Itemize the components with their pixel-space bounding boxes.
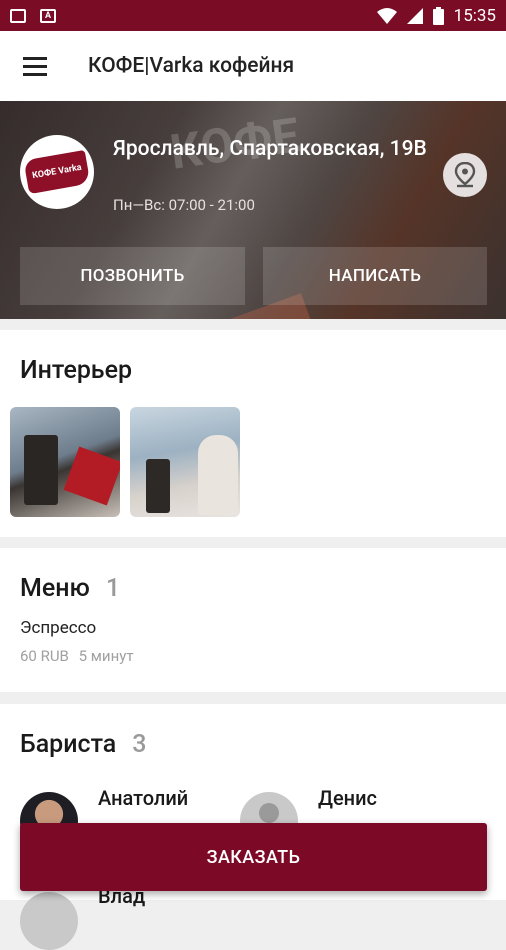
barista-count: 3 <box>132 730 147 759</box>
cafe-header: КОФЕ КОФЕ Varka Ярославль, Спартаковская… <box>0 101 506 319</box>
menu-item-price: 60 RUB <box>20 647 69 665</box>
menu-item-meta: 60 RUB 5 минут <box>20 647 480 665</box>
gallery-notification-icon <box>10 8 26 23</box>
menu-item[interactable]: Эспрессо 60 RUB 5 минут <box>20 618 480 670</box>
cafe-address: Ярославль, Спартаковская, 19В <box>113 137 427 161</box>
barista-avatar[interactable] <box>20 892 78 950</box>
map-pin-icon <box>454 162 476 188</box>
app-notification-icon: A <box>40 8 56 23</box>
app-bar: КОФЕ|Varka кофейня <box>0 31 506 101</box>
menu-card: Меню 1 Эспрессо 60 RUB 5 минут <box>0 548 506 692</box>
status-bar: A 15:35 <box>0 0 506 31</box>
signal-icon <box>406 7 423 24</box>
battery-icon <box>432 6 444 25</box>
menu-item-name: Эспрессо <box>20 618 97 638</box>
menu-title: Меню 1 <box>20 574 121 603</box>
interior-photo[interactable] <box>10 407 120 517</box>
menu-count: 1 <box>105 574 121 603</box>
interior-card: Интерьер <box>0 330 506 537</box>
menu-item-time: 5 минут <box>78 647 134 665</box>
interior-photo[interactable] <box>130 407 240 517</box>
call-button[interactable]: ПОЗВОНИТЬ <box>20 247 245 305</box>
interior-title: Интерьер <box>20 356 133 385</box>
barista-name[interactable]: Анатолий <box>98 786 188 810</box>
write-button[interactable]: НАПИСАТЬ <box>263 247 487 305</box>
wifi-icon <box>376 7 397 24</box>
cafe-hours: Пн—Вс: 07:00 - 21:00 <box>113 196 255 214</box>
status-time: 15:35 <box>453 5 496 26</box>
order-button[interactable]: ЗАКАЗАТЬ <box>20 823 487 891</box>
cafe-logo: КОФЕ Varka <box>20 135 94 209</box>
barista-name[interactable]: Денис <box>318 786 377 810</box>
map-pin-button[interactable] <box>443 153 487 197</box>
hamburger-menu-icon[interactable] <box>0 31 70 101</box>
barista-title: Бариста 3 <box>20 730 147 759</box>
app-title: КОФЕ|Varka кофейня <box>88 54 295 78</box>
